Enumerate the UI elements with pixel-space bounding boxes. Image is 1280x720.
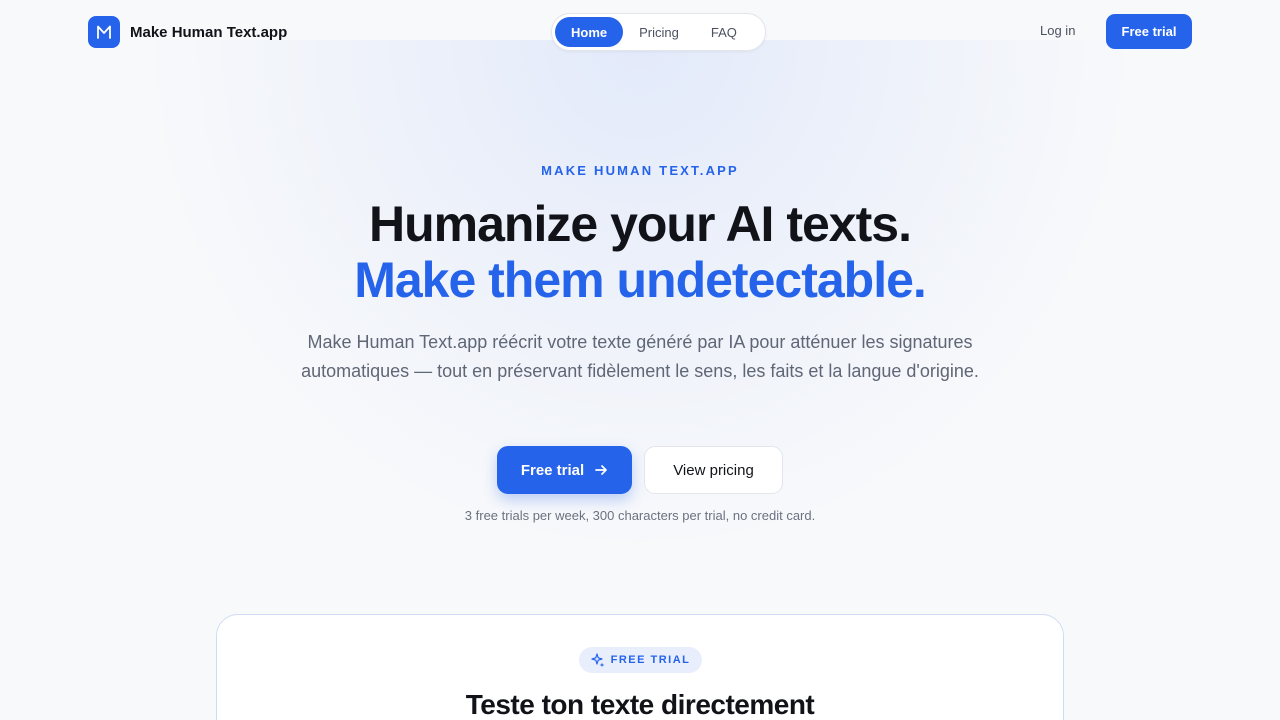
hero-title-line1: Humanize your AI texts. xyxy=(369,196,912,252)
trial-note: 3 free trials per week, 300 characters p… xyxy=(464,508,816,523)
hero-free-trial-label: Free trial xyxy=(520,461,585,479)
m-logo-icon xyxy=(88,16,120,48)
sparkle-icon xyxy=(591,653,605,667)
hero-free-trial-button[interactable]: Free trial xyxy=(497,446,632,494)
hero-title-line2: Make them undetectable. xyxy=(354,252,927,308)
header-free-trial-button[interactable]: Free trial xyxy=(1106,14,1192,49)
free-trial-card: FREE TRIAL Teste ton texte directement xyxy=(216,614,1064,720)
nav-pricing[interactable]: Pricing xyxy=(623,17,695,47)
arrow-right-icon xyxy=(594,463,608,477)
free-trial-badge: FREE TRIAL xyxy=(579,647,702,673)
site-header: Make Human Text.app Home Pricing FAQ Log… xyxy=(0,0,1280,64)
brand-link[interactable]: Make Human Text.app xyxy=(88,16,287,48)
card-title: Teste ton texte directement xyxy=(465,689,815,720)
nav-home[interactable]: Home xyxy=(555,17,624,47)
login-link[interactable]: Log in xyxy=(1040,23,1075,38)
view-pricing-button[interactable]: View pricing xyxy=(644,446,783,494)
free-trial-badge-label: FREE TRIAL xyxy=(610,654,691,666)
brand-name: Make Human Text.app xyxy=(130,23,288,41)
hero-lead: Make Human Text.app réécrit votre texte … xyxy=(301,332,979,381)
nav-faq[interactable]: FAQ xyxy=(695,17,753,47)
hero-eyebrow: MAKE HUMAN TEXT.APP xyxy=(541,163,739,178)
main-nav: Home Pricing FAQ xyxy=(551,13,766,51)
